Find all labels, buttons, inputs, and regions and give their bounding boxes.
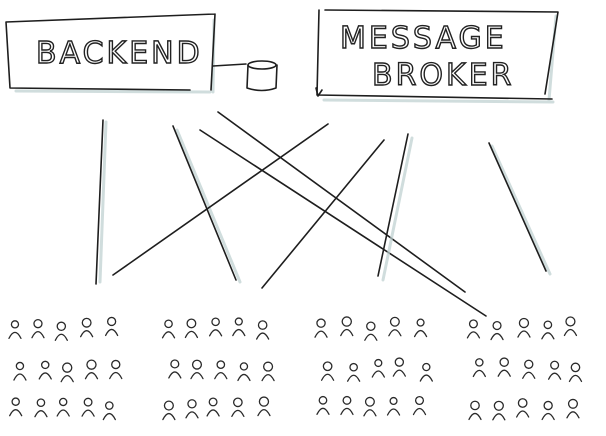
client-figure <box>34 398 48 418</box>
client-figure <box>497 357 511 377</box>
client-figure <box>364 321 378 341</box>
client-figure <box>371 358 385 378</box>
client-figure <box>79 317 94 338</box>
client-figure <box>232 317 246 337</box>
connection-line <box>488 142 547 272</box>
client-figure <box>314 318 328 338</box>
client-figure <box>8 320 22 340</box>
client-figure <box>386 396 401 416</box>
client-figure <box>161 319 176 339</box>
client-figure <box>109 359 123 380</box>
database-icon <box>212 60 278 92</box>
client-figure <box>261 361 275 382</box>
client-figure <box>13 361 27 381</box>
client-figure <box>255 320 270 340</box>
connection-line <box>217 111 466 293</box>
client-figure <box>340 316 354 337</box>
client-figure <box>162 400 176 421</box>
client-figure <box>340 395 354 416</box>
client-figure <box>81 397 95 417</box>
message-broker-label-line1: MESSAGE <box>340 21 507 56</box>
message-broker-box: MESSAGE BROKER <box>315 9 559 104</box>
client-figure <box>566 398 580 419</box>
client-figure <box>568 362 583 383</box>
client-figure <box>412 395 427 416</box>
client-figure <box>9 397 23 417</box>
client-figure <box>516 398 530 418</box>
client-figure <box>472 358 486 378</box>
client-figure <box>56 397 70 417</box>
connection-lines <box>95 111 552 317</box>
client-figure <box>541 400 555 421</box>
client-crowd <box>8 316 583 421</box>
client-figure <box>104 316 119 337</box>
client-figure <box>190 359 204 380</box>
client-figure <box>492 400 506 421</box>
client-figure <box>54 321 68 341</box>
client-figure <box>547 360 562 380</box>
client-figure <box>522 359 536 379</box>
message-broker-label-line2: BROKER <box>372 58 515 93</box>
client-figure <box>517 317 531 338</box>
architecture-diagram: BACKEND MESSAGE BROKER <box>5 9 583 421</box>
client-figure <box>468 400 482 421</box>
client-figure <box>257 396 271 417</box>
client-figure <box>38 360 52 380</box>
client-figure <box>490 320 504 341</box>
client-figure <box>185 399 199 419</box>
connection-line <box>199 129 487 317</box>
client-figure <box>419 362 433 382</box>
client-figure <box>320 361 335 381</box>
client-figure <box>413 318 428 338</box>
backend-box: BACKEND <box>5 13 216 94</box>
client-figure <box>388 316 402 337</box>
connection-line <box>261 139 385 289</box>
client-figure <box>363 396 377 417</box>
client-figure <box>60 362 74 383</box>
client-figure <box>102 401 116 421</box>
client-figure <box>466 319 481 339</box>
connection-line <box>172 125 237 281</box>
client-figure <box>541 320 555 340</box>
backend-label: BACKEND <box>36 36 203 71</box>
client-figure <box>208 317 223 337</box>
client-figure <box>563 316 578 337</box>
client-figure <box>237 362 251 382</box>
client-figure <box>214 360 228 380</box>
client-figure <box>346 362 361 382</box>
client-figure <box>84 359 99 380</box>
client-figure <box>206 397 220 417</box>
connection-line <box>112 123 329 276</box>
client-figure <box>168 359 182 379</box>
client-figure <box>316 395 330 415</box>
client-figure <box>184 318 199 339</box>
client-figure <box>31 319 45 339</box>
client-figure <box>392 357 406 377</box>
client-figure <box>231 397 245 418</box>
